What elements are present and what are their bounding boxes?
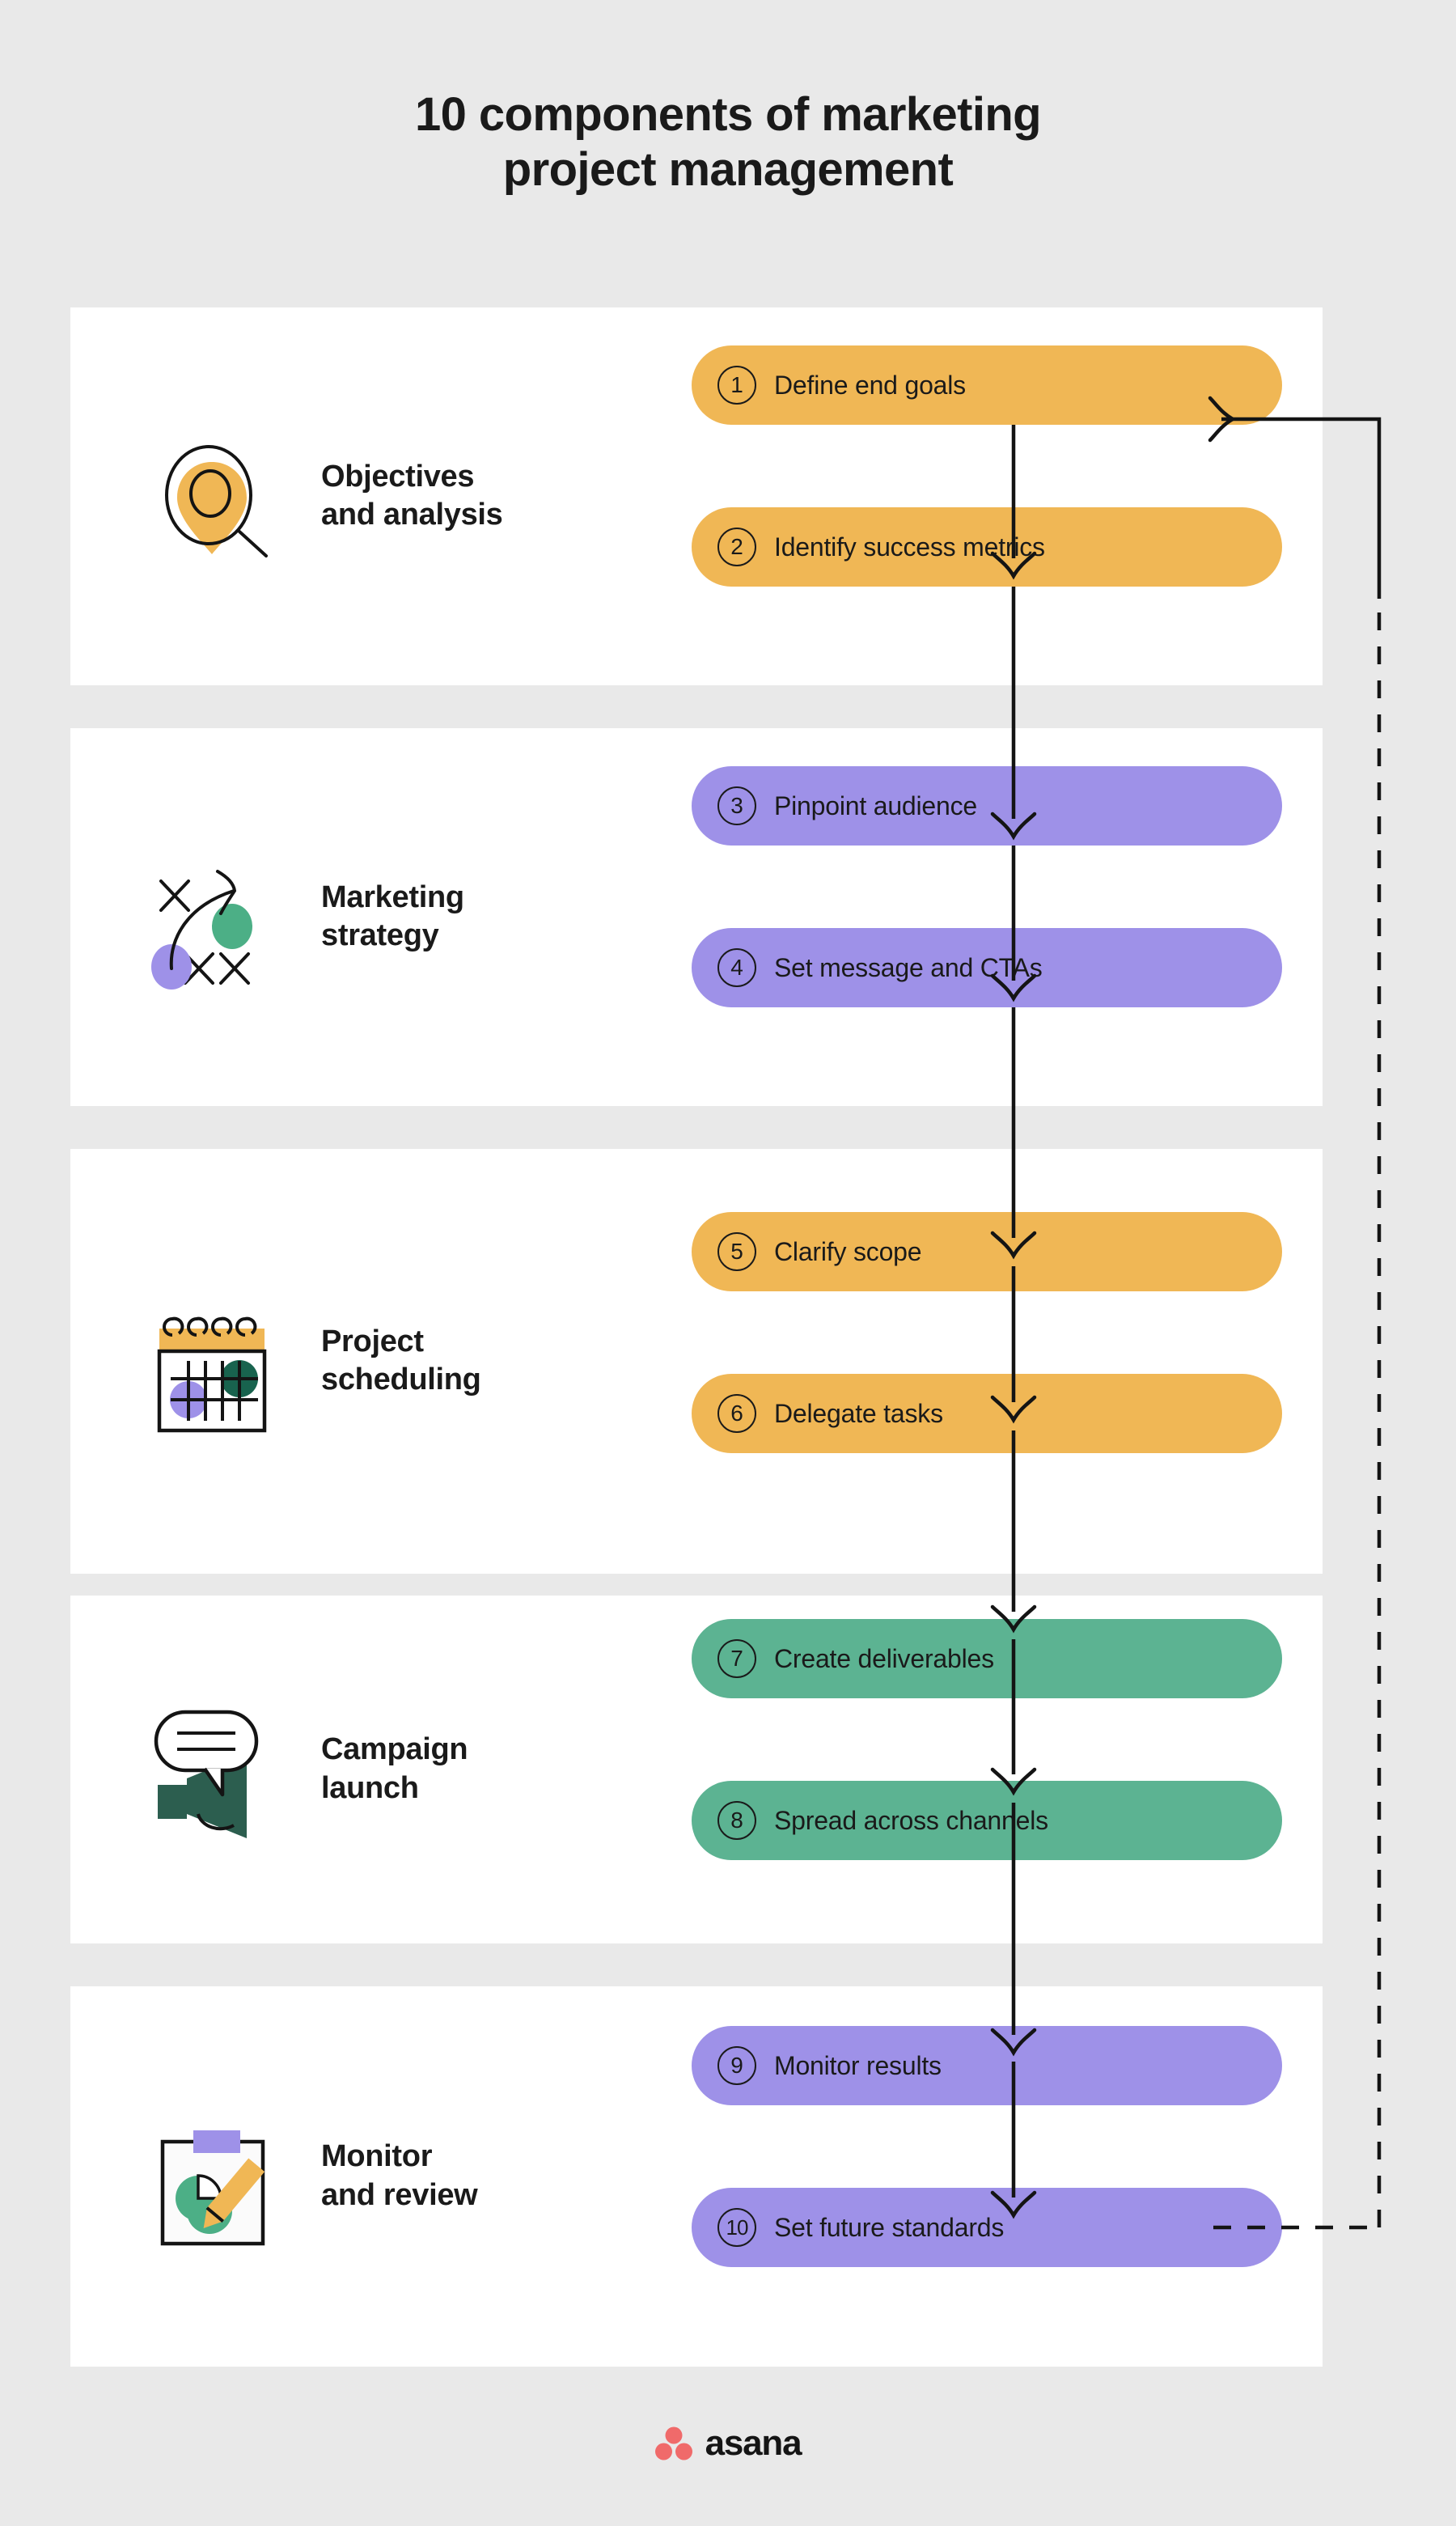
section-label-objectives-and-analysis: Objectives and analysis: [321, 459, 503, 532]
step-number-8: 8: [717, 1801, 756, 1840]
step-pill-6[interactable]: 6 Delegate tasks: [692, 1374, 1282, 1453]
step-label-9: Monitor results: [774, 2050, 942, 2080]
step-pill-4[interactable]: 4 Set message and CTAs: [692, 928, 1282, 1007]
step-label-5: Clarify scope: [774, 1236, 922, 1266]
step-label-10: Set future standards: [774, 2212, 1005, 2242]
step-number-3: 3: [717, 786, 756, 825]
calendar-icon: [127, 1277, 297, 1447]
step-number-1: 1: [717, 366, 756, 405]
section-label-monitor-and-review: Monitor and review: [321, 2139, 478, 2212]
step-pill-1[interactable]: 1 Define end goals: [692, 345, 1282, 425]
section-panel-monitor-and-review: Monitor and review 9 Monitor results 10 …: [70, 1986, 1323, 2367]
step-pill-9[interactable]: 9 Monitor results: [692, 2026, 1282, 2105]
step-pill-7[interactable]: 7 Create deliverables: [692, 1619, 1282, 1698]
section-panel-project-scheduling: Project scheduling 5 Clarify scope 6 Del…: [70, 1149, 1323, 1574]
step-label-2: Identify success metrics: [774, 532, 1045, 562]
step-number-4: 4: [717, 948, 756, 987]
step-number-9: 9: [717, 2046, 756, 2085]
section-label-project-scheduling: Project scheduling: [321, 1324, 481, 1397]
flow-diagram: Objectives and analysis 1 Define end goa…: [0, 0, 1456, 2526]
step-number-6: 6: [717, 1394, 756, 1433]
step-pill-10[interactable]: 10 Set future standards: [692, 2188, 1282, 2267]
step-pill-5[interactable]: 5 Clarify scope: [692, 1212, 1282, 1291]
asana-wordmark: asana: [705, 2423, 802, 2463]
section-panel-marketing-strategy: Marketing strategy 3 Pinpoint audience 4…: [70, 728, 1323, 1106]
strategy-play-diagram-icon: [127, 833, 297, 1002]
step-label-1: Define end goals: [774, 370, 966, 400]
asana-logo-icon: [654, 2426, 692, 2460]
step-pill-8[interactable]: 8 Spread across channels: [692, 1781, 1282, 1860]
step-number-2: 2: [717, 528, 756, 566]
section-panel-campaign-launch: Campaign launch 7 Create deliverables 8 …: [70, 1596, 1323, 1943]
section-label-campaign-launch: Campaign launch: [321, 1732, 468, 1805]
step-pill-2[interactable]: 2 Identify success metrics: [692, 507, 1282, 587]
step-number-7: 7: [717, 1639, 756, 1678]
section-label-marketing-strategy: Marketing strategy: [321, 879, 464, 953]
step-label-7: Create deliverables: [774, 1643, 994, 1673]
clipboard-chart-pencil-icon: [127, 2092, 297, 2261]
step-label-6: Delegate tasks: [774, 1398, 943, 1428]
section-panel-objectives-and-analysis: Objectives and analysis 1 Define end goa…: [70, 307, 1323, 685]
asana-footer-logo: asana: [0, 2423, 1456, 2464]
step-label-3: Pinpoint audience: [774, 790, 978, 820]
step-pill-3[interactable]: 3 Pinpoint audience: [692, 766, 1282, 846]
megaphone-speech-bubble-icon: [127, 1685, 297, 1854]
step-number-5: 5: [717, 1232, 756, 1271]
magnifier-location-pin-icon: [127, 412, 297, 582]
step-number-10: 10: [717, 2208, 756, 2247]
step-label-8: Spread across channels: [774, 1805, 1048, 1835]
step-label-4: Set message and CTAs: [774, 952, 1043, 982]
